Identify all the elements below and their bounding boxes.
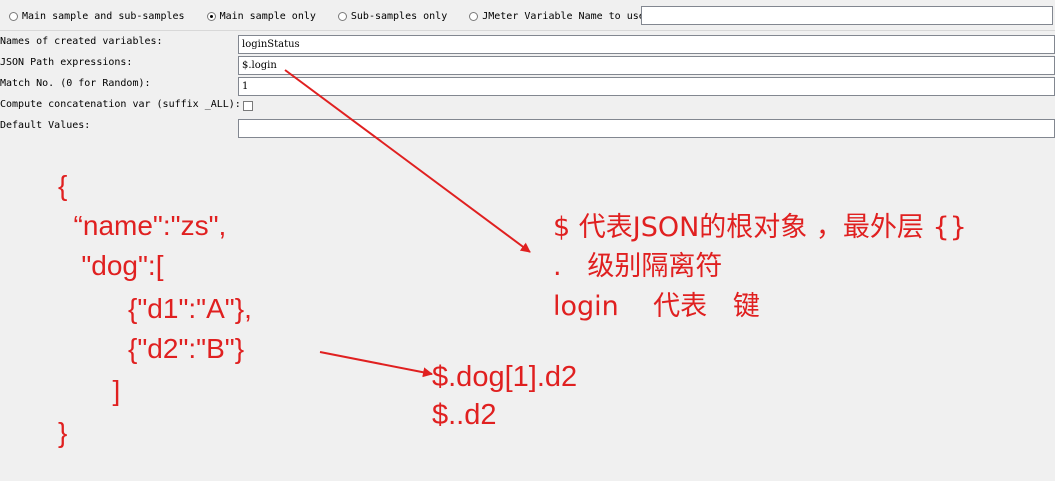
radio-unchecked-icon[interactable] [469, 11, 479, 21]
json-path-input[interactable]: $.login [238, 56, 1055, 75]
default-values-row: Default Values: [0, 119, 1055, 139]
default-values-input[interactable] [238, 119, 1055, 138]
json-example-line: { [58, 170, 68, 201]
scope-option-main-and-sub[interactable]: Main sample and sub-samples [0, 11, 185, 22]
scope-option-label: JMeter Variable Name to use [482, 10, 645, 22]
path-example-index: $.dog[1].d2 [432, 361, 578, 393]
arrow-to-path-example [319, 351, 433, 378]
json-path-label: JSON Path expressions: [0, 57, 133, 68]
scope-option-main-only[interactable]: Main sample only [198, 11, 316, 22]
divider [0, 30, 1055, 31]
json-example-line: ] [58, 375, 121, 406]
annotation-separator-note: . 级别隔离符 [553, 251, 723, 282]
annotation-key-note: login 代表 键 [553, 291, 760, 322]
names-input[interactable]: loginStatus [238, 35, 1055, 54]
json-example-line: {"d2":"B"} [58, 333, 245, 364]
match-no-label: Match No. (0 for Random): [0, 78, 151, 89]
top-border-fragment [0, 0, 1055, 4]
scope-option-sub-only[interactable]: Sub-samples only [329, 11, 447, 22]
radio-checked-icon[interactable] [206, 11, 216, 21]
radio-unchecked-icon[interactable] [337, 11, 347, 21]
concat-row: Compute concatenation var (suffix _ALL): [0, 98, 1055, 118]
json-example-line: "dog":[ [58, 250, 164, 281]
apply-to-scope-group: Main sample and sub-samples Main sample … [0, 6, 658, 26]
match-no-row: Match No. (0 for Random): 1 [0, 77, 1055, 97]
names-row: Names of created variables: loginStatus [0, 35, 1055, 55]
json-example-line: “name":"zs", [58, 210, 227, 241]
match-no-input[interactable]: 1 [238, 77, 1055, 96]
json-example-line: } [58, 417, 68, 448]
radio-unchecked-icon[interactable] [9, 11, 18, 21]
names-label: Names of created variables: [0, 36, 163, 47]
default-values-label: Default Values: [0, 120, 91, 131]
concat-checkbox[interactable] [243, 101, 253, 111]
path-example-recursive: $..d2 [432, 399, 497, 431]
concat-label: Compute concatenation var (suffix _ALL): [0, 99, 241, 110]
scope-option-label: Main sample only [219, 10, 316, 22]
scope-option-label: Main sample and sub-samples [22, 10, 185, 22]
scope-option-jmeter-variable[interactable]: JMeter Variable Name to use [460, 11, 645, 22]
jmeter-variable-name-input[interactable] [641, 6, 1053, 25]
scope-option-label: Sub-samples only [350, 10, 448, 22]
annotation-root-note: $ 代表JSON的根对象 ，最外层 {} [553, 212, 967, 243]
json-example-line: {"d1":"A"}, [58, 293, 252, 324]
json-path-row: JSON Path expressions: $.login [0, 56, 1055, 76]
